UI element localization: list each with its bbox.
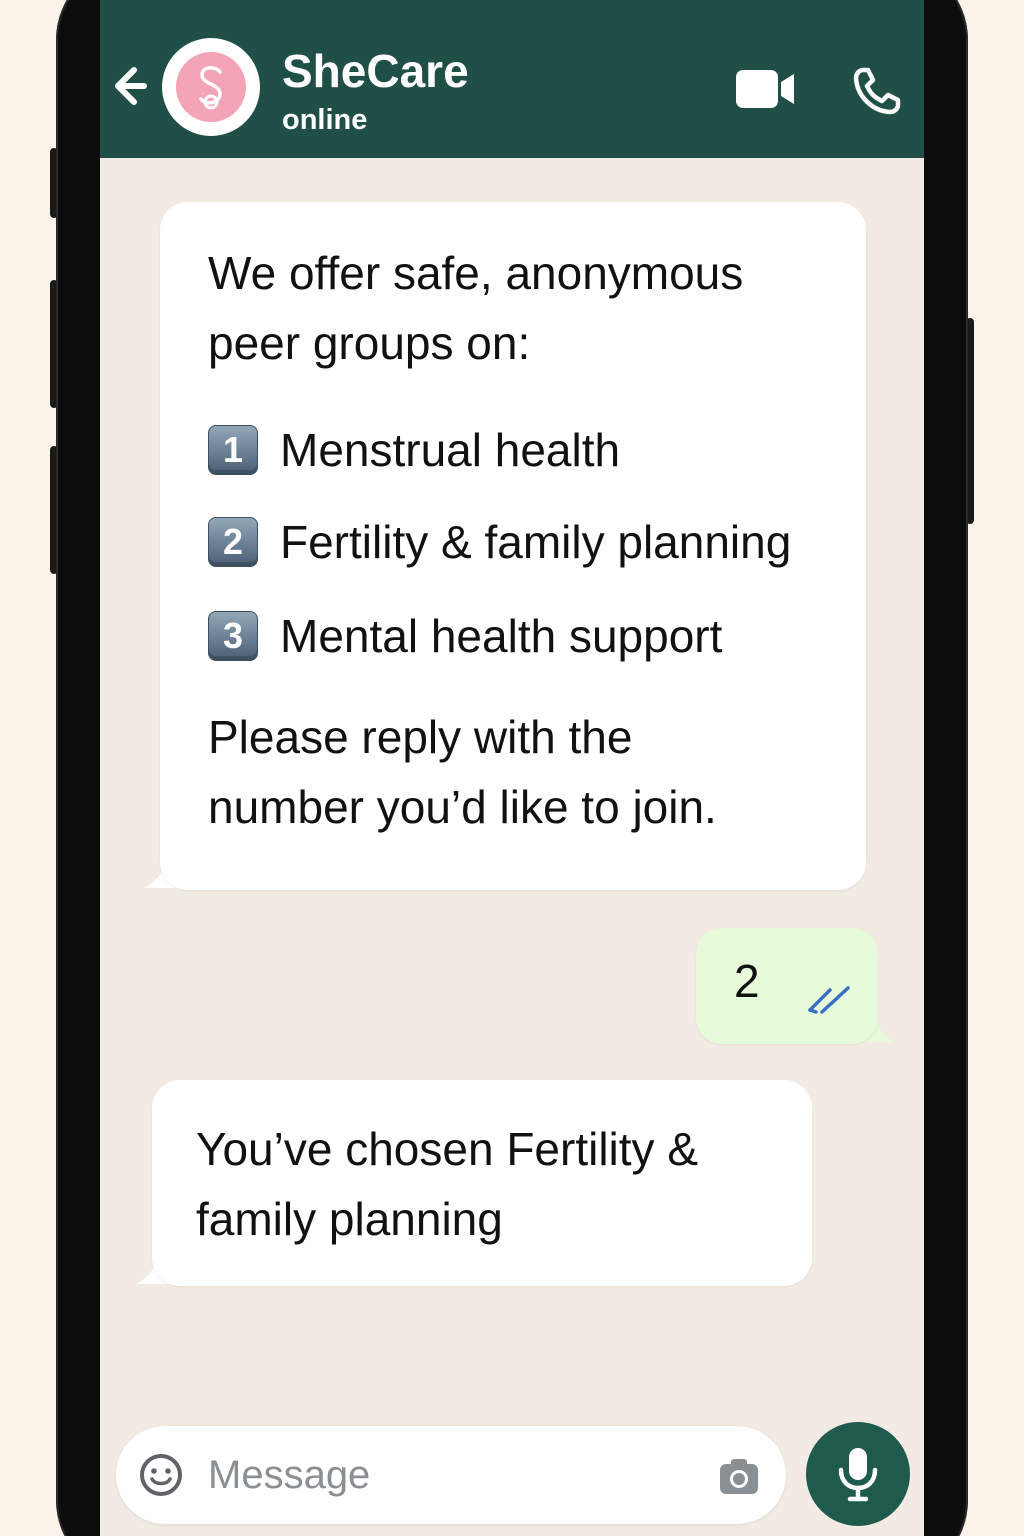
incoming-message-menu[interactable]: We offer safe, anonymous peer groups on:…	[160, 202, 866, 890]
video-camera-icon	[736, 70, 794, 108]
message-text: peer groups on:	[208, 317, 531, 369]
message-text: number you’d like to join.	[208, 781, 717, 833]
message-text: You’ve chosen Fertility &	[196, 1123, 699, 1175]
incoming-message-confirmation[interactable]: You’ve chosen Fertility & family plannin…	[152, 1080, 812, 1286]
option-fertility-family-planning[interactable]: 2 Fertility & family planning	[208, 512, 791, 572]
avatar-logo	[176, 52, 246, 122]
emoji-icon	[140, 1454, 182, 1496]
chat-header: SheCare online	[100, 0, 924, 158]
camera-icon	[720, 1459, 758, 1494]
page: SheCare online We offer safe, anonymous …	[0, 0, 1024, 1536]
message-input[interactable]	[208, 1446, 708, 1504]
phone-icon	[853, 67, 901, 115]
video-call-button[interactable]	[734, 66, 796, 112]
camera-button[interactable]	[718, 1456, 760, 1496]
chat-title[interactable]: SheCare	[282, 48, 469, 94]
keycap-3-icon: 3	[208, 611, 258, 661]
outgoing-message[interactable]: 2	[696, 928, 878, 1044]
keycap-2-icon: 2	[208, 517, 258, 567]
message-text: We offer safe, anonymous	[208, 247, 744, 299]
emoji-button[interactable]	[138, 1452, 184, 1498]
microphone-icon	[838, 1448, 878, 1502]
chat-screen: SheCare online We offer safe, anonymous …	[100, 0, 924, 1536]
option-menstrual-health[interactable]: 1 Menstrual health	[208, 420, 620, 480]
message-text: 2	[734, 955, 760, 1007]
arrow-back-icon	[115, 67, 147, 105]
voice-message-button[interactable]	[806, 1422, 910, 1526]
shecare-logo-icon	[199, 66, 222, 110]
avatar[interactable]	[162, 38, 260, 136]
double-check-icon	[808, 986, 850, 1014]
option-label: Fertility & family planning	[280, 516, 792, 568]
chat-status: online	[282, 104, 368, 136]
option-label: Mental health support	[280, 610, 723, 662]
option-label: Menstrual health	[280, 424, 621, 476]
back-button[interactable]	[112, 60, 152, 112]
voice-call-button[interactable]	[852, 66, 902, 116]
message-text: family planning	[196, 1193, 503, 1245]
keycap-1-icon: 1	[208, 425, 258, 475]
message-composer	[116, 1426, 786, 1524]
message-text: Please reply with the	[208, 711, 633, 763]
option-mental-health-support[interactable]: 3 Mental health support	[208, 606, 722, 666]
